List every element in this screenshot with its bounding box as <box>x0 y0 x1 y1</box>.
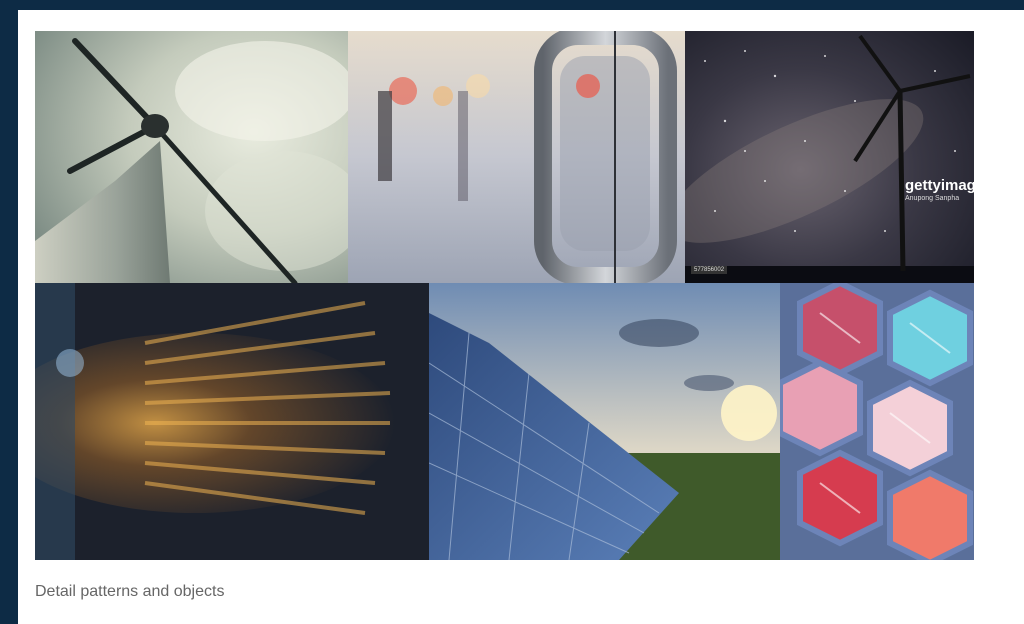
light-streak-image[interactable] <box>35 283 429 560</box>
photo-id-badge: 577856002 <box>691 266 728 274</box>
solar-panels-image[interactable] <box>429 283 780 560</box>
getty-watermark: gettyimages <box>905 177 974 194</box>
wind-turbine-image[interactable] <box>35 31 348 283</box>
photo-credit: Anupong Sanpha <box>905 195 960 202</box>
turbine-night-image[interactable]: gettyimages Anupong Sanpha 577856002 <box>685 31 974 283</box>
hexagon-structure-image[interactable] <box>780 283 974 560</box>
gallery-caption: Detail patterns and objects <box>35 583 225 600</box>
door-handle-image[interactable] <box>348 31 685 283</box>
